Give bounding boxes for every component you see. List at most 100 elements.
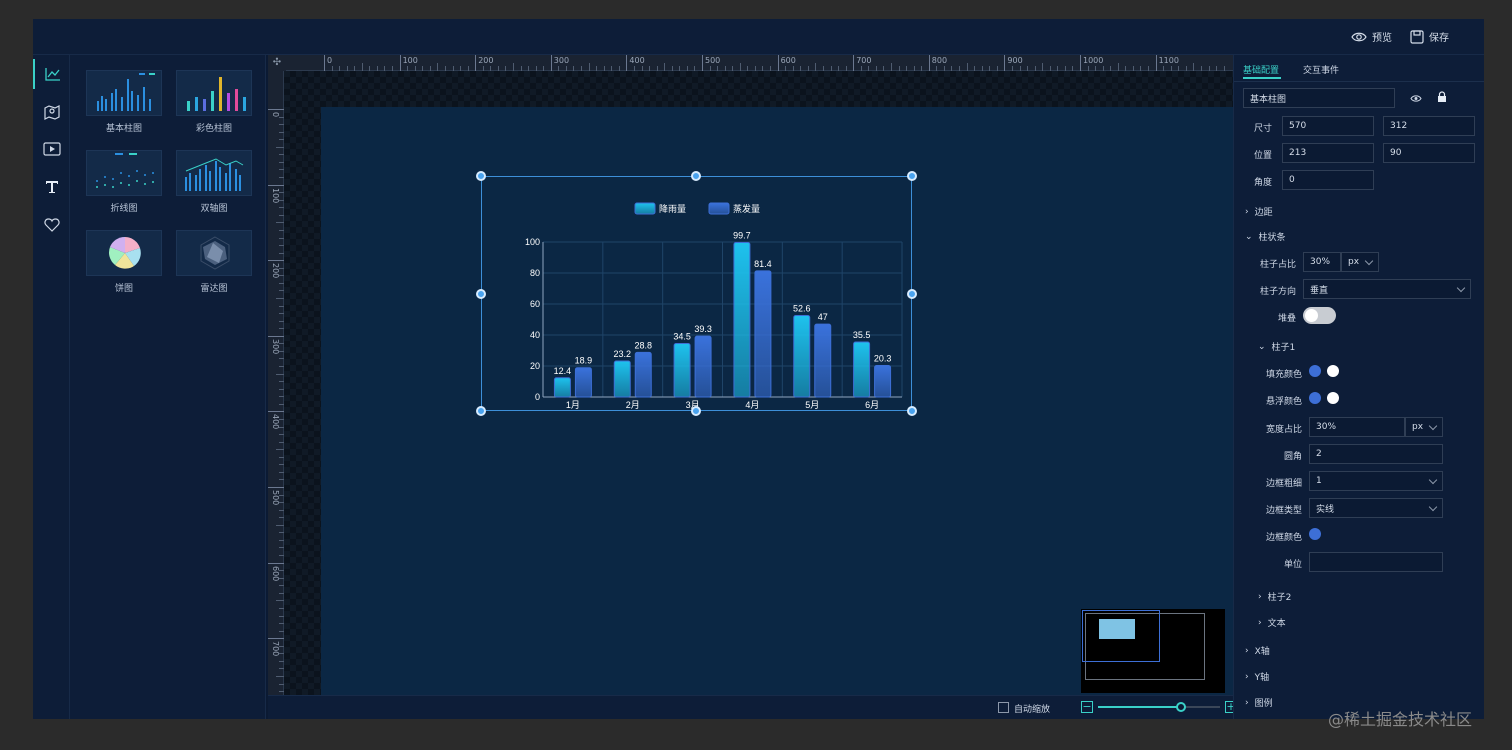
library-item-dual-axis[interactable]: 双轴图 bbox=[176, 150, 252, 214]
yaxis-section[interactable]: › Y轴 bbox=[1245, 670, 1269, 684]
legend-section[interactable]: › 图例 bbox=[1245, 696, 1273, 710]
bar-ratio-unit-select[interactable]: px bbox=[1341, 252, 1379, 272]
bar-ratio-input[interactable]: 30% bbox=[1303, 252, 1341, 272]
preview-label: 预览 bbox=[1372, 33, 1392, 44]
xaxis-section-label: X轴 bbox=[1254, 647, 1270, 657]
vertical-ruler: 0 100 200 300 400 500 600 700 bbox=[268, 71, 284, 708]
active-tab-indicator bbox=[1243, 77, 1281, 79]
minimap[interactable] bbox=[1081, 609, 1225, 693]
visibility-eye-icon[interactable] bbox=[1410, 94, 1422, 103]
library-item-basic-bar[interactable]: 基本柱图 bbox=[86, 70, 162, 134]
category-text[interactable] bbox=[33, 172, 70, 202]
ruler-minor-tick bbox=[437, 63, 439, 71]
width-ratio-unit-select[interactable]: px bbox=[1405, 417, 1443, 437]
width-input[interactable]: 570 bbox=[1282, 116, 1374, 136]
stack-toggle[interactable] bbox=[1303, 307, 1336, 324]
zoom-slider-knob[interactable] bbox=[1175, 702, 1186, 712]
library-item-radar[interactable]: 雷达图 bbox=[176, 230, 252, 294]
resize-handle-right[interactable] bbox=[907, 289, 917, 299]
category-favorites[interactable] bbox=[33, 210, 70, 240]
auto-zoom-checkbox[interactable] bbox=[998, 702, 1009, 713]
component-library: 基本柱图 彩色柱图 折线图 双轴图 饼图 雷达图 bbox=[70, 55, 266, 719]
ruler-tick bbox=[268, 260, 284, 262]
chevron-right-icon: › bbox=[1245, 697, 1249, 708]
border-type-select[interactable]: 实线 bbox=[1309, 498, 1443, 518]
zoom-out-button[interactable]: − bbox=[1081, 701, 1093, 713]
resize-handle-bottom-right[interactable] bbox=[907, 406, 917, 416]
position-y-input[interactable]: 90 bbox=[1383, 143, 1475, 163]
bar2-section[interactable]: › 柱子2 bbox=[1258, 590, 1291, 604]
fill-color-swatch-2[interactable] bbox=[1327, 365, 1339, 377]
ruler-label: 700 bbox=[856, 56, 872, 65]
resize-handle-left[interactable] bbox=[476, 289, 486, 299]
ruler-label: 0 bbox=[271, 112, 280, 118]
resize-handle-bottom[interactable] bbox=[691, 406, 701, 416]
chevron-right-icon: › bbox=[1258, 617, 1262, 628]
width-ratio-input[interactable]: 30% bbox=[1309, 417, 1405, 437]
ruler-tick bbox=[475, 55, 477, 71]
resize-handle-top-right[interactable] bbox=[907, 171, 917, 181]
ruler-label: 100 bbox=[271, 187, 280, 203]
library-item-label: 双轴图 bbox=[200, 204, 228, 214]
tab-basic-config[interactable]: 基础配置 bbox=[1243, 63, 1279, 76]
border-width-select[interactable]: 1 bbox=[1309, 471, 1443, 491]
xaxis-section[interactable]: › X轴 bbox=[1245, 644, 1270, 658]
library-item-color-bar[interactable]: 彩色柱图 bbox=[176, 70, 252, 134]
hover-color-swatch-2[interactable] bbox=[1327, 392, 1339, 404]
ruler-label: 400 bbox=[271, 414, 280, 430]
selection-box[interactable] bbox=[481, 176, 912, 411]
ruler-minor-tick bbox=[664, 63, 666, 71]
angle-input[interactable]: 0 bbox=[1282, 170, 1374, 190]
ruler-corner-move-icon[interactable]: ✣ bbox=[268, 55, 286, 71]
lock-icon[interactable] bbox=[1437, 91, 1447, 103]
component-name-input[interactable]: 基本柱图 bbox=[1243, 88, 1395, 108]
ruler-label: 300 bbox=[553, 56, 570, 65]
ruler-minor-tick bbox=[1117, 63, 1119, 71]
margin-section[interactable]: › 边距 bbox=[1245, 205, 1273, 219]
resize-handle-bottom-left[interactable] bbox=[476, 406, 486, 416]
ruler-minor-tick bbox=[1193, 63, 1195, 71]
fill-color-swatch-1[interactable] bbox=[1309, 365, 1321, 377]
legend-section-label: 图例 bbox=[1254, 699, 1273, 709]
unit-input[interactable] bbox=[1309, 552, 1443, 572]
ruler-tick bbox=[853, 55, 855, 71]
radius-input[interactable]: 2 bbox=[1309, 444, 1443, 464]
chevron-down-icon: ⌄ bbox=[1258, 341, 1266, 352]
ruler-minor-tick bbox=[276, 222, 284, 224]
bar-direction-label: 柱子方向 bbox=[1259, 287, 1296, 297]
ruler-minor-tick bbox=[276, 600, 284, 602]
bar-direction-select[interactable]: 垂直 bbox=[1303, 279, 1471, 299]
preview-button[interactable]: 预览 bbox=[1351, 29, 1392, 44]
library-item-label: 折线图 bbox=[110, 204, 138, 214]
library-item-line[interactable]: 折线图 bbox=[86, 150, 162, 214]
tab-interaction-events[interactable]: 交互事件 bbox=[1303, 63, 1339, 76]
chevron-right-icon: › bbox=[1245, 671, 1249, 682]
zoom-slider-track[interactable] bbox=[1098, 702, 1220, 712]
save-label: 保存 bbox=[1429, 33, 1449, 44]
ruler-tick bbox=[1155, 55, 1157, 71]
radius-label: 圆角 bbox=[1283, 452, 1302, 462]
chevron-down-icon bbox=[1428, 421, 1438, 431]
chevron-down-icon: ⌄ bbox=[1245, 231, 1253, 242]
category-chart[interactable] bbox=[33, 59, 70, 89]
ruler-label: 1000 bbox=[1083, 56, 1104, 65]
ruler-label: 0 bbox=[327, 56, 333, 65]
save-button[interactable]: 保存 bbox=[1410, 29, 1449, 44]
category-map[interactable] bbox=[33, 97, 70, 127]
ruler-tick bbox=[399, 55, 401, 71]
library-item-pie[interactable]: 饼图 bbox=[86, 230, 162, 294]
resize-handle-top-left[interactable] bbox=[476, 171, 486, 181]
hover-color-swatch-1[interactable] bbox=[1309, 392, 1321, 404]
bar-section[interactable]: ⌄ 柱状条 bbox=[1245, 230, 1286, 244]
chevron-down-icon bbox=[1364, 256, 1374, 266]
heart-icon bbox=[43, 218, 60, 232]
stack-label: 堆叠 bbox=[1277, 314, 1296, 324]
text-section[interactable]: › 文本 bbox=[1258, 616, 1286, 630]
category-media[interactable] bbox=[33, 134, 70, 164]
border-width-value: 1 bbox=[1316, 476, 1322, 486]
border-color-swatch[interactable] bbox=[1309, 528, 1321, 540]
resize-handle-top[interactable] bbox=[691, 171, 701, 181]
height-input[interactable]: 312 bbox=[1383, 116, 1475, 136]
position-x-input[interactable]: 213 bbox=[1282, 143, 1374, 163]
bar1-section[interactable]: ⌄ 柱子1 bbox=[1258, 340, 1295, 354]
